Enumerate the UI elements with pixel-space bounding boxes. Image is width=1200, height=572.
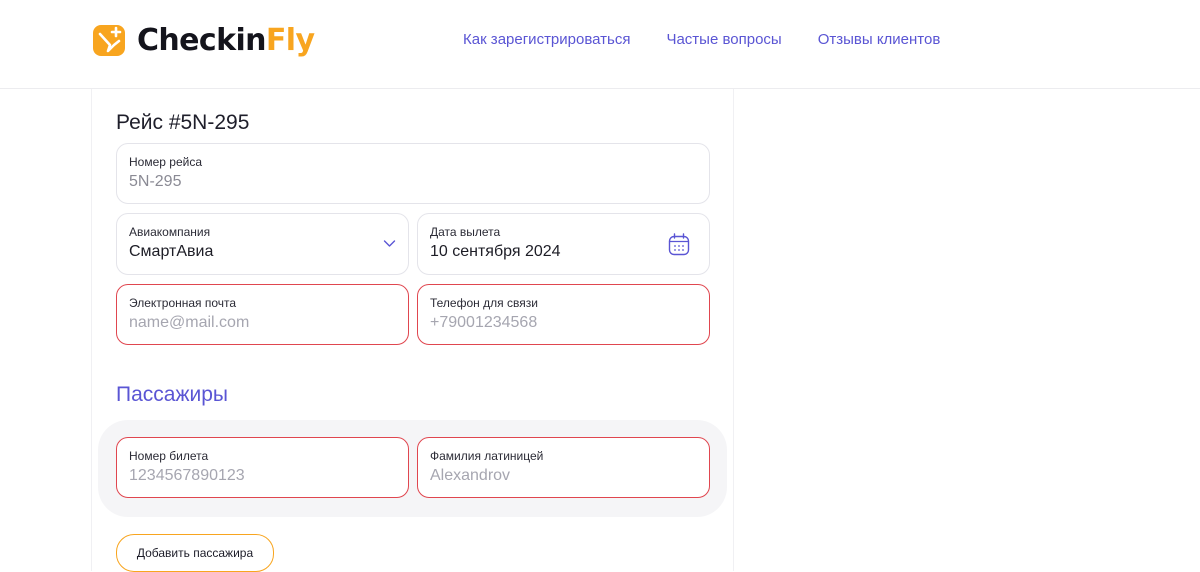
calendar-icon[interactable] — [668, 233, 690, 256]
airline-value: СмартАвиа — [129, 243, 214, 260]
departure-date-field[interactable]: Дата вылета 10 сентября 2024 — [417, 213, 710, 275]
nav-link-faq[interactable]: Частые вопросы — [666, 31, 781, 48]
logo-text-accent: Fly — [265, 22, 315, 58]
main-nav: Как зарегистрироваться Частые вопросы От… — [463, 31, 940, 48]
site-header: CheckinFly Как зарегистрироваться Частые… — [0, 0, 1200, 89]
flight-number-field: Номер рейса 5N-295 — [116, 143, 710, 204]
phone-field: Телефон для связи — [417, 284, 710, 345]
airline-select[interactable]: Авиакомпания СмартАвиа — [116, 213, 409, 275]
email-field: Электронная почта — [116, 284, 409, 345]
logo[interactable]: CheckinFly — [93, 22, 315, 58]
logo-icon — [93, 25, 125, 56]
airline-label: Авиакомпания — [129, 225, 211, 239]
add-passenger-button[interactable]: Добавить пассажира — [116, 534, 274, 572]
ticket-number-label: Номер билета — [129, 449, 209, 463]
chevron-down-icon[interactable] — [383, 239, 396, 248]
last-name-latin-field: Фамилия латиницей — [417, 437, 710, 498]
departure-date-label: Дата вылета — [430, 225, 501, 239]
flight-title: Рейс #5N-295 — [116, 111, 250, 134]
logo-text-main: Checkin — [137, 22, 267, 58]
last-name-latin-input[interactable] — [430, 467, 670, 485]
flight-number-value: 5N-295 — [129, 173, 182, 190]
flight-number-label: Номер рейса — [129, 155, 202, 169]
ticket-number-input[interactable] — [129, 467, 369, 485]
nav-link-reviews[interactable]: Отзывы клиентов — [818, 31, 941, 48]
last-name-latin-label: Фамилия латиницей — [430, 449, 544, 463]
email-label: Электронная почта — [129, 296, 237, 310]
nav-link-how-to-register[interactable]: Как зарегистрироваться — [463, 31, 630, 48]
ticket-number-field: Номер билета — [116, 437, 409, 498]
logo-text: CheckinFly — [137, 22, 315, 58]
phone-input[interactable] — [430, 314, 670, 332]
phone-label: Телефон для связи — [430, 296, 538, 310]
email-input[interactable] — [129, 314, 369, 332]
departure-date-value: 10 сентября 2024 — [430, 243, 561, 260]
passengers-title: Пассажиры — [116, 383, 229, 406]
